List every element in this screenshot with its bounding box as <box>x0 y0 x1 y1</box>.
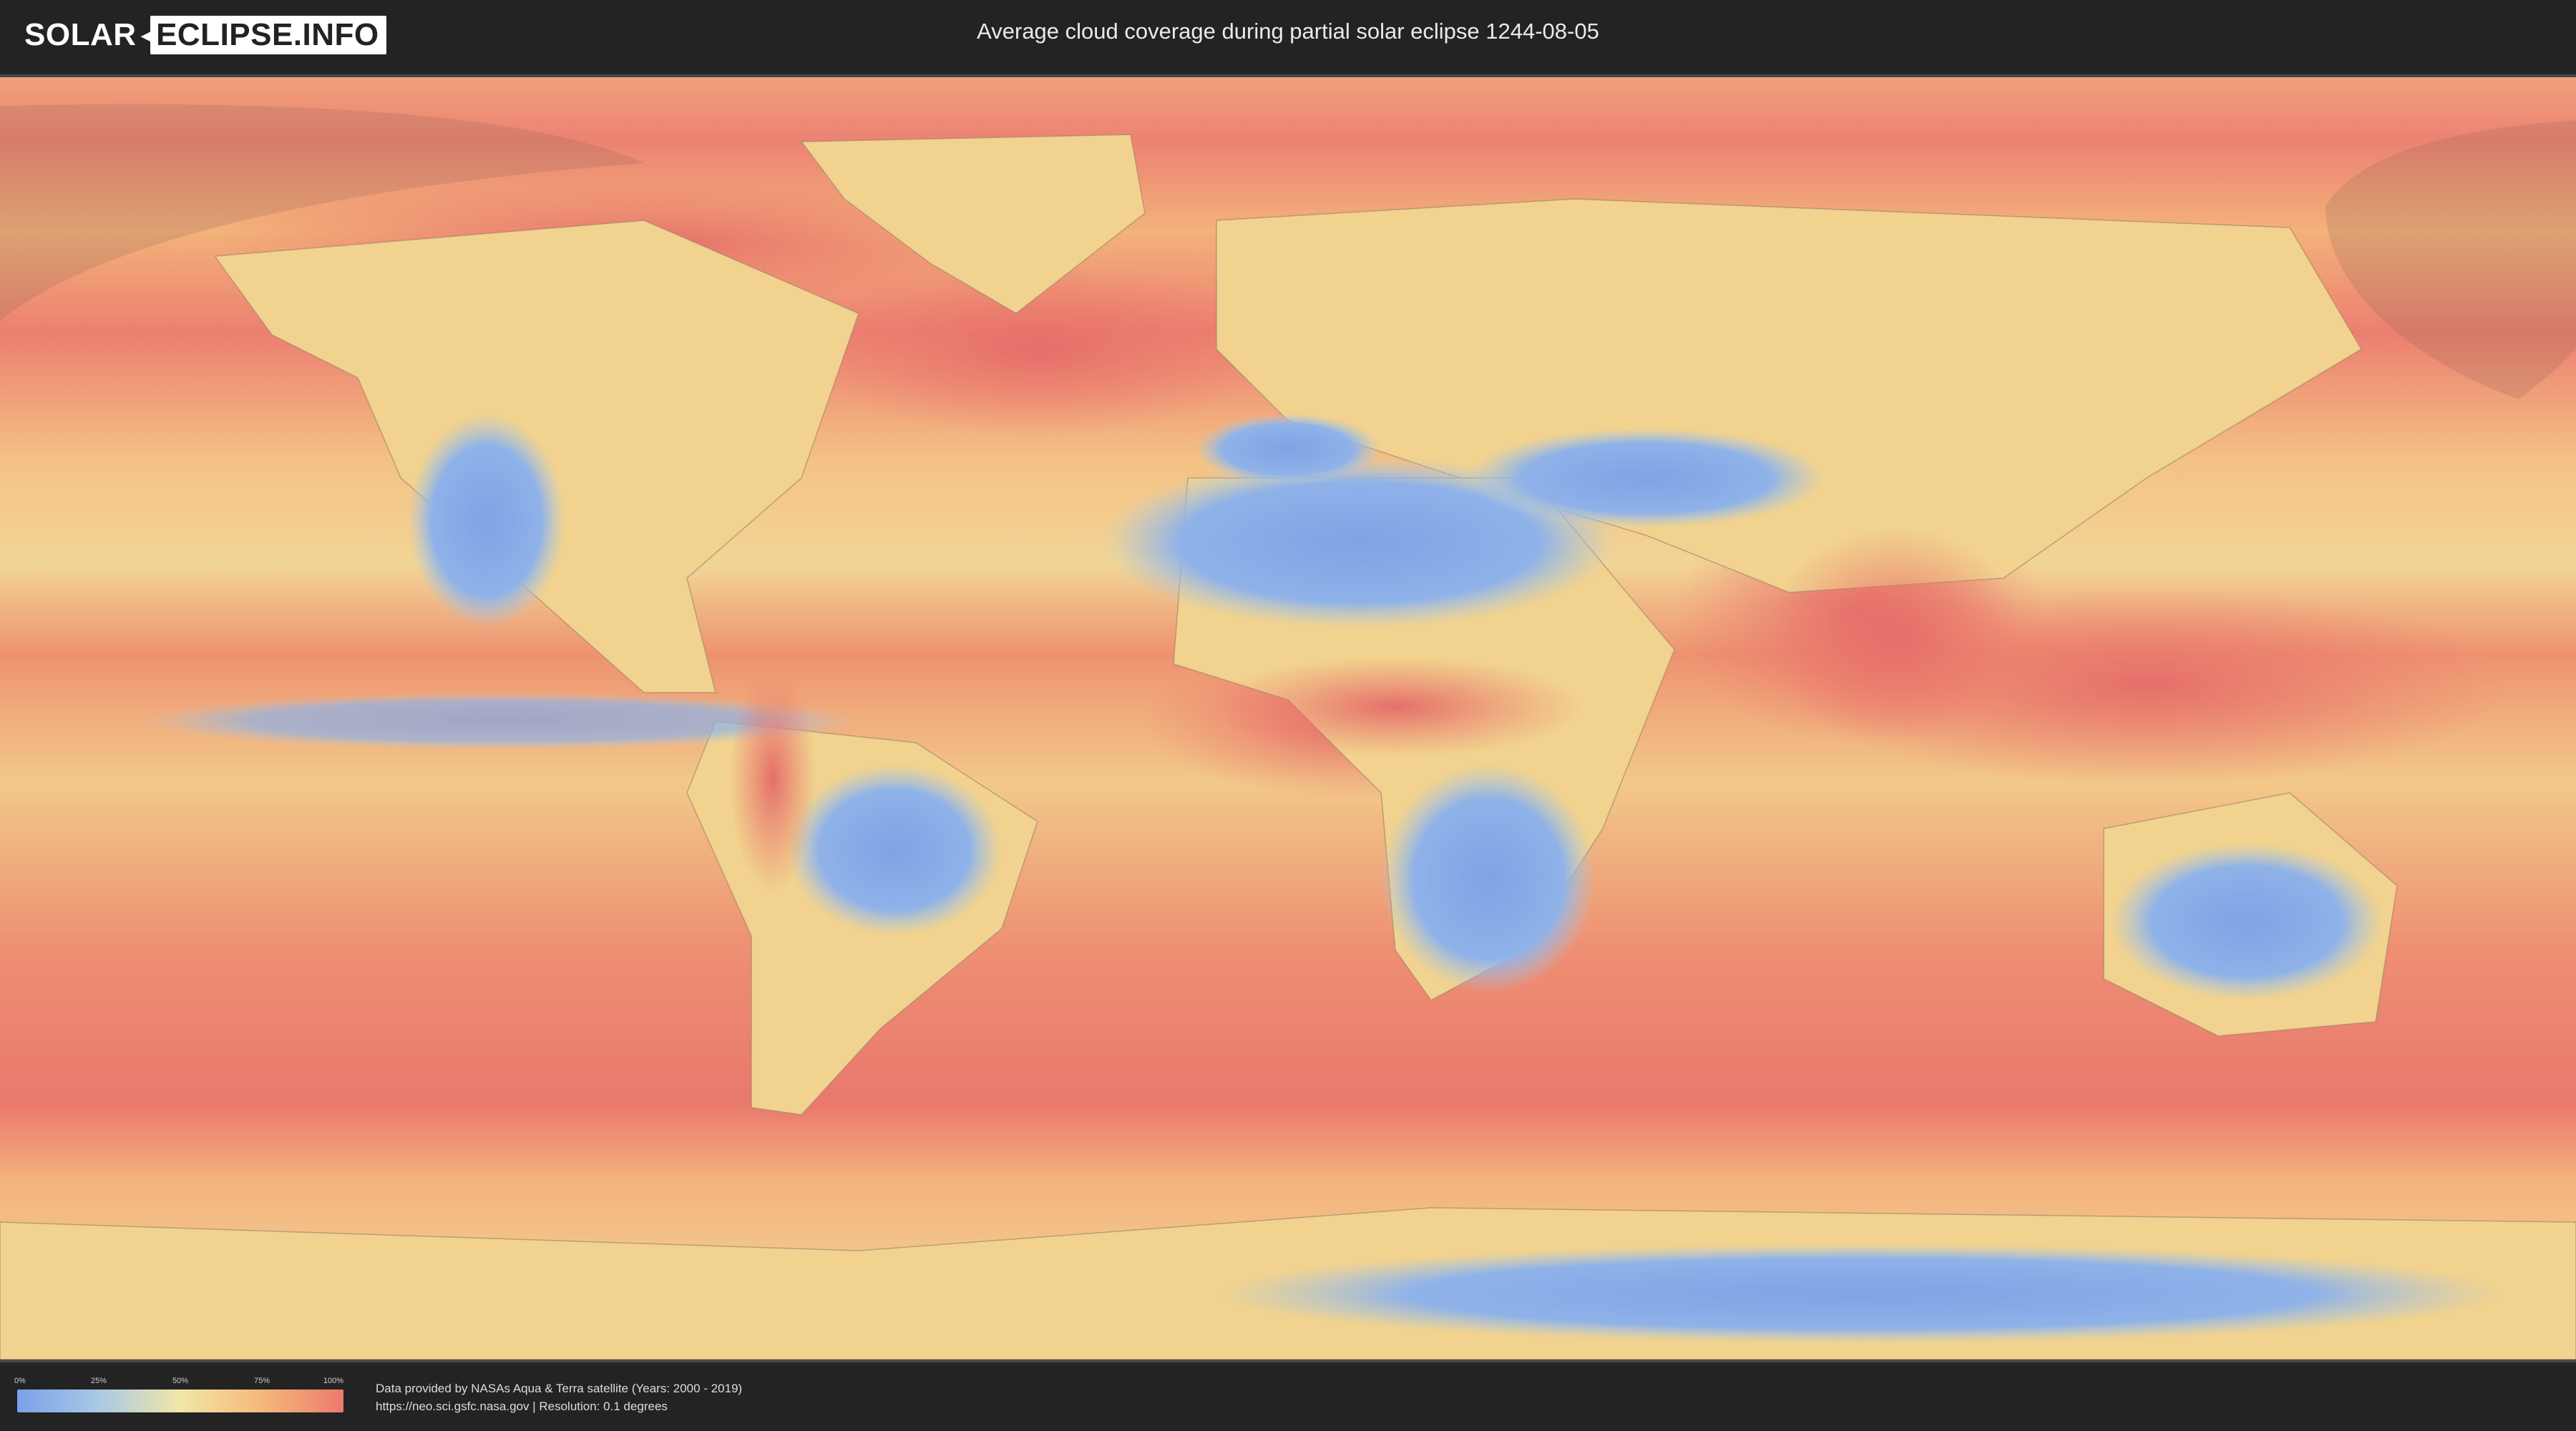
legend-tick: 0% <box>14 1377 26 1385</box>
header-bar: SOLAR ◂ ECLIPSE.INFO Average cloud cover… <box>0 0 2576 72</box>
credit-source-link[interactable]: https://neo.sci.gsfc.nasa.gov | Resoluti… <box>376 1397 742 1415</box>
data-credits: Data provided by NASAs Aqua & Terra sate… <box>376 1379 742 1415</box>
cloud-coverage-legend: 0% 25% 50% 75% 100% <box>14 1377 344 1412</box>
legend-tick: 25% <box>90 1377 107 1385</box>
cloud-coverage-map[interactable] <box>0 74 2576 1362</box>
world-map-svg <box>0 77 2576 1359</box>
credit-line: Data provided by NASAs Aqua & Terra sate… <box>376 1382 743 1395</box>
legend-tick: 75% <box>253 1377 270 1385</box>
footer-bar: 0% 25% 50% 75% 100% Data provided by NAS… <box>0 1365 2576 1431</box>
legend-ticks: 0% 25% 50% 75% 100% <box>14 1377 344 1390</box>
legend-tick: 100% <box>323 1377 344 1385</box>
page-title: Average cloud coverage during partial so… <box>977 19 1599 44</box>
legend-color-bar <box>17 1390 343 1412</box>
legend-tick: 50% <box>172 1377 189 1385</box>
